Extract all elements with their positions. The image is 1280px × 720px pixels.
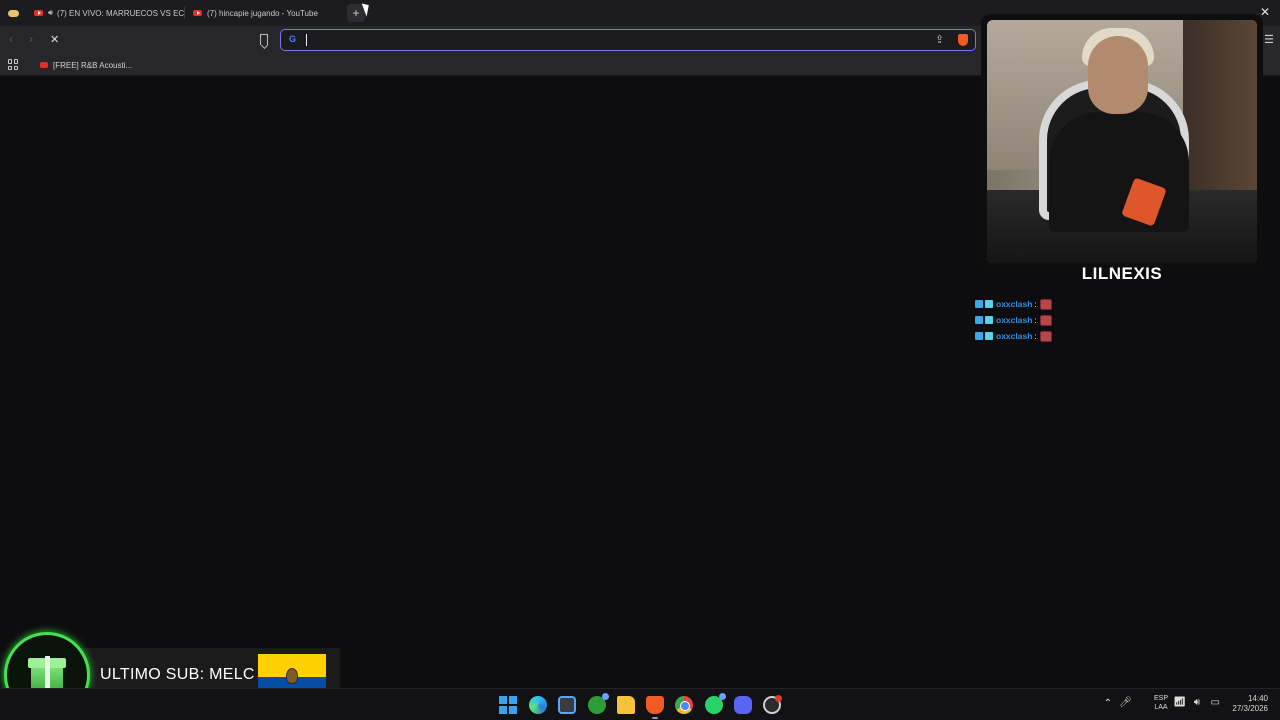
volume-icon[interactable]: 🔊︎ — [1194, 697, 1200, 708]
badge-icon — [985, 316, 993, 324]
webcam-video — [987, 20, 1257, 263]
chat-separator: : — [1034, 331, 1037, 341]
hamburger-menu-icon[interactable]: ☰ — [1264, 33, 1274, 46]
battery-icon[interactable]: ▭ — [1211, 697, 1220, 708]
taskbar: ⌃ 🎤︎ ESP LAA 📶︎ 🔊︎ ▭ 14:40 27/3/2026 — [0, 688, 1280, 720]
chat-username: oxxclash — [996, 315, 1033, 325]
xbox-icon[interactable] — [588, 693, 609, 714]
start-button-icon[interactable] — [499, 696, 517, 714]
browser-menu-button[interactable] — [0, 0, 26, 26]
chat-username: oxxclash — [996, 331, 1033, 341]
badge-icon — [985, 300, 993, 308]
chat-overlay: oxxclash : oxxclash : oxxclash : — [975, 296, 1095, 344]
obs-icon[interactable] — [763, 695, 782, 714]
chat-message: oxxclash : — [975, 312, 1095, 328]
plus-icon: + — [352, 6, 360, 20]
speaker-icon[interactable]: 🔊︎ — [48, 8, 53, 18]
text-caret — [306, 34, 307, 46]
clock-time: 14:40 — [1247, 694, 1268, 703]
recording-badge — [775, 695, 782, 702]
forward-button[interactable]: › — [29, 32, 33, 46]
stop-loading-button[interactable]: ✕ — [50, 33, 59, 46]
language-code: ESP — [1153, 695, 1168, 702]
share-icon[interactable]: ⇪ — [935, 33, 944, 46]
chat-message: oxxclash : — [975, 328, 1095, 344]
apps-grid-icon[interactable] — [8, 59, 19, 70]
webcam-overlay: LILNEXIS — [981, 14, 1263, 283]
edge-icon[interactable] — [529, 696, 547, 714]
file-explorer-icon[interactable] — [617, 696, 635, 714]
chat-message: oxxclash : — [975, 296, 1095, 312]
tab-label: (7) EN VIVO: MARRUECOS VS EC — [57, 8, 184, 18]
chat-username: oxxclash — [996, 299, 1033, 309]
address-input[interactable] — [305, 32, 925, 47]
window-close-button[interactable]: ✕ — [1260, 5, 1270, 19]
emote-icon — [1039, 330, 1052, 342]
google-icon: G — [288, 34, 296, 44]
chat-separator: : — [1034, 315, 1037, 325]
badge-icon — [975, 316, 983, 324]
bookmark-icon[interactable] — [260, 34, 268, 45]
discord-icon[interactable] — [734, 696, 752, 714]
microphone-icon[interactable]: 🎤︎ — [1119, 697, 1132, 708]
emote-icon — [1039, 298, 1052, 310]
chrome-icon[interactable] — [675, 696, 693, 714]
youtube-icon — [40, 62, 48, 68]
notification-badge — [719, 693, 726, 700]
back-button[interactable]: ‹ — [9, 32, 13, 46]
streamer-name: LILNEXIS — [1081, 264, 1163, 283]
brave-shields-icon[interactable] — [958, 34, 968, 46]
show-hidden-icons-chevron-icon[interactable]: ⌃ — [1104, 698, 1112, 709]
tab-label: (7) hincapie jugando - YouTube — [207, 8, 318, 18]
whatsapp-icon[interactable] — [705, 693, 726, 714]
badge-icon — [975, 300, 983, 308]
badge-icon — [985, 332, 993, 340]
bookmark-label: [FREE] R&B Acousti... — [53, 60, 133, 70]
emote-icon — [1039, 314, 1052, 326]
screen: 🔊︎ (7) EN VIVO: MARRUECOS VS EC (7) hinc… — [0, 0, 1280, 720]
brave-browser-icon[interactable] — [646, 696, 664, 719]
last-sub-text: ULTIMO SUB: MELC — [100, 666, 255, 683]
brave-logo-icon — [7, 9, 19, 17]
wifi-icon[interactable]: 📶︎ — [1173, 697, 1186, 708]
badge-icon — [975, 332, 983, 340]
tab-marruecos[interactable]: 🔊︎ (7) EN VIVO: MARRUECOS VS EC — [26, 0, 184, 26]
notification-badge — [602, 693, 609, 700]
keyboard-layout: LAA — [1154, 704, 1168, 711]
clock[interactable]: 14:40 27/3/2026 — [1232, 694, 1268, 714]
bookmark-item[interactable]: [FREE] R&B Acousti... — [40, 58, 132, 72]
youtube-icon — [193, 10, 202, 16]
address-bar[interactable]: G ⇪ — [280, 29, 976, 51]
clock-date: 27/3/2026 — [1232, 704, 1268, 713]
chat-separator: : — [1034, 299, 1037, 309]
youtube-icon — [34, 10, 43, 16]
input-language-indicator[interactable]: ESP LAA — [1154, 694, 1168, 712]
tab-hincapie[interactable]: (7) hincapie jugando - YouTube — [185, 0, 335, 26]
active-indicator — [652, 717, 658, 719]
store-icon[interactable] — [558, 696, 576, 714]
